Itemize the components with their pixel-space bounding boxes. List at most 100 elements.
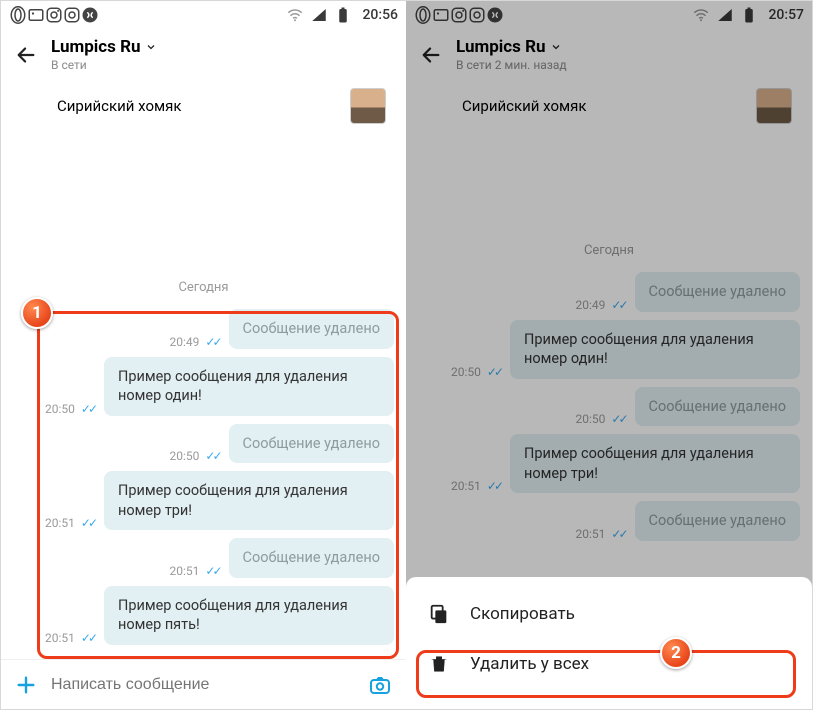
msg-time: 20:49 (576, 298, 606, 312)
msg-time: 20:50 (170, 449, 200, 463)
read-ticks-icon: ✓✓ (611, 412, 625, 426)
msg-time: 20:50 (451, 365, 481, 379)
pinned-avatar (756, 88, 792, 124)
message-row[interactable]: 20:50 ✓✓ Сообщение удалено (13, 424, 394, 464)
msg-bubble: Пример сообщения для удаления номер один… (104, 357, 394, 416)
read-ticks-icon: ✓✓ (205, 449, 219, 463)
read-ticks-icon: ✓✓ (81, 402, 95, 416)
messages-area: Сегодня 20:49 ✓✓ Сообщение удалено 20:50… (1, 262, 406, 659)
msg-time: 20:49 (170, 335, 200, 349)
message-input[interactable] (51, 676, 354, 694)
pinned-message[interactable]: Сирийский хомяк (1, 84, 406, 134)
attach-icon[interactable] (15, 674, 37, 696)
wifi-icon (692, 6, 710, 24)
msg-time: 20:51 (451, 479, 481, 493)
chat-title-text: Lumpics Ru (456, 37, 546, 57)
chat-title-text: Lumpics Ru (51, 37, 141, 57)
chat-status: В сети 2 мин. назад (456, 58, 567, 72)
outline-instagram-icon (468, 6, 486, 24)
read-ticks-icon: ✓✓ (487, 365, 501, 379)
chat-title[interactable]: Lumpics Ru (456, 37, 567, 57)
read-ticks-icon: ✓✓ (81, 516, 95, 530)
back-icon[interactable] (420, 44, 442, 66)
message-row[interactable]: 20:51 ✓✓ Пример сообщения для удаления н… (13, 471, 394, 530)
status-bar: 20:56 (1, 1, 406, 29)
chat-header: Lumpics Ru В сети 2 мин. назад (406, 29, 812, 84)
phone-left: 20:56 Lumpics Ru В сети Сирийский хомяк … (1, 1, 406, 709)
msg-bubble: Пример сообщения для удаления номер один… (510, 320, 800, 379)
callout-badge-2: 2 (660, 637, 692, 669)
camera-icon[interactable] (368, 673, 392, 697)
chevron-down-icon (145, 41, 157, 53)
pinned-avatar (350, 88, 386, 124)
message-row[interactable]: 20:49 ✓✓ Сообщение удалено (418, 272, 800, 312)
pinned-text: Сирийский хомяк (57, 97, 181, 115)
day-separator: Сегодня (418, 243, 800, 258)
signal-icon (716, 6, 734, 24)
message-row[interactable]: 20:51 ✓✓ Пример сообщения для удаления н… (418, 434, 800, 493)
day-separator: Сегодня (13, 280, 394, 295)
message-row[interactable]: 20:50 ✓✓ Сообщение удалено (418, 387, 800, 427)
read-ticks-icon: ✓✓ (487, 479, 501, 493)
copy-icon (428, 603, 450, 625)
message-row[interactable]: 20:50 ✓✓ Пример сообщения для удаления н… (418, 320, 800, 379)
msg-bubble: Сообщение удалено (635, 387, 800, 427)
msg-time: 20:51 (45, 631, 75, 645)
chevron-down-icon (550, 41, 562, 53)
sheet-copy-label: Скопировать (470, 604, 575, 624)
msg-bubble: Сообщение удалено (229, 538, 394, 578)
art-icon (27, 6, 45, 24)
pinned-message[interactable]: Сирийский хомяк (406, 84, 812, 134)
msg-time: 20:51 (576, 527, 606, 541)
chat-title[interactable]: Lumpics Ru (51, 37, 157, 57)
art-icon (432, 6, 450, 24)
status-time: 20:57 (768, 7, 804, 23)
chat-header: Lumpics Ru В сети (1, 29, 406, 84)
status-time: 20:56 (362, 7, 398, 23)
battery-icon (334, 6, 352, 24)
chat-status: В сети (51, 58, 157, 72)
opera-icon (9, 6, 27, 24)
callout-badge-1: 1 (21, 297, 53, 329)
msg-time: 20:51 (45, 516, 75, 530)
message-row[interactable]: 20:50 ✓✓ Пример сообщения для удаления н… (13, 357, 394, 416)
read-ticks-icon: ✓✓ (611, 298, 625, 312)
read-ticks-icon: ✓✓ (205, 564, 219, 578)
opera-icon (414, 6, 432, 24)
read-ticks-icon: ✓✓ (205, 335, 219, 349)
read-ticks-icon: ✓✓ (81, 631, 95, 645)
msg-bubble: Пример сообщения для удаления номер три! (510, 434, 800, 493)
message-row[interactable]: 20:51 ✓✓ Сообщение удалено (418, 501, 800, 541)
shazam-icon (81, 6, 99, 24)
message-row[interactable]: 20:49 ✓✓ Сообщение удалено (13, 309, 394, 349)
instagram-icon (45, 6, 63, 24)
msg-bubble: Сообщение удалено (635, 501, 800, 541)
sheet-delete-label: Удалить у всех (470, 654, 589, 674)
msg-bubble: Сообщение удалено (229, 309, 394, 349)
message-row[interactable]: 20:51 ✓✓ Пример сообщения для удаления н… (13, 586, 394, 645)
phone-right: 20:57 Lumpics Ru В сети 2 мин. назад Сир… (406, 1, 812, 709)
read-ticks-icon: ✓✓ (611, 527, 625, 541)
action-sheet: Скопировать Удалить у всех (406, 577, 812, 709)
sheet-delete[interactable]: Удалить у всех (406, 639, 812, 689)
shazam-icon (486, 6, 504, 24)
msg-time: 20:51 (170, 564, 200, 578)
back-icon[interactable] (15, 44, 37, 66)
wifi-icon (286, 6, 304, 24)
status-bar: 20:57 (406, 1, 812, 29)
msg-bubble: Сообщение удалено (229, 424, 394, 464)
msg-time: 20:50 (45, 402, 75, 416)
instagram-icon (450, 6, 468, 24)
pinned-text: Сирийский хомяк (462, 97, 586, 115)
outline-instagram-icon (63, 6, 81, 24)
composer (1, 659, 406, 709)
msg-time: 20:50 (576, 412, 606, 426)
msg-bubble: Сообщение удалено (635, 272, 800, 312)
trash-icon (428, 653, 450, 675)
message-row[interactable]: 20:51 ✓✓ Сообщение удалено (13, 538, 394, 578)
battery-icon (740, 6, 758, 24)
signal-icon (310, 6, 328, 24)
msg-bubble: Пример сообщения для удаления номер пять… (104, 586, 394, 645)
msg-bubble: Пример сообщения для удаления номер три! (104, 471, 394, 530)
sheet-copy[interactable]: Скопировать (406, 589, 812, 639)
